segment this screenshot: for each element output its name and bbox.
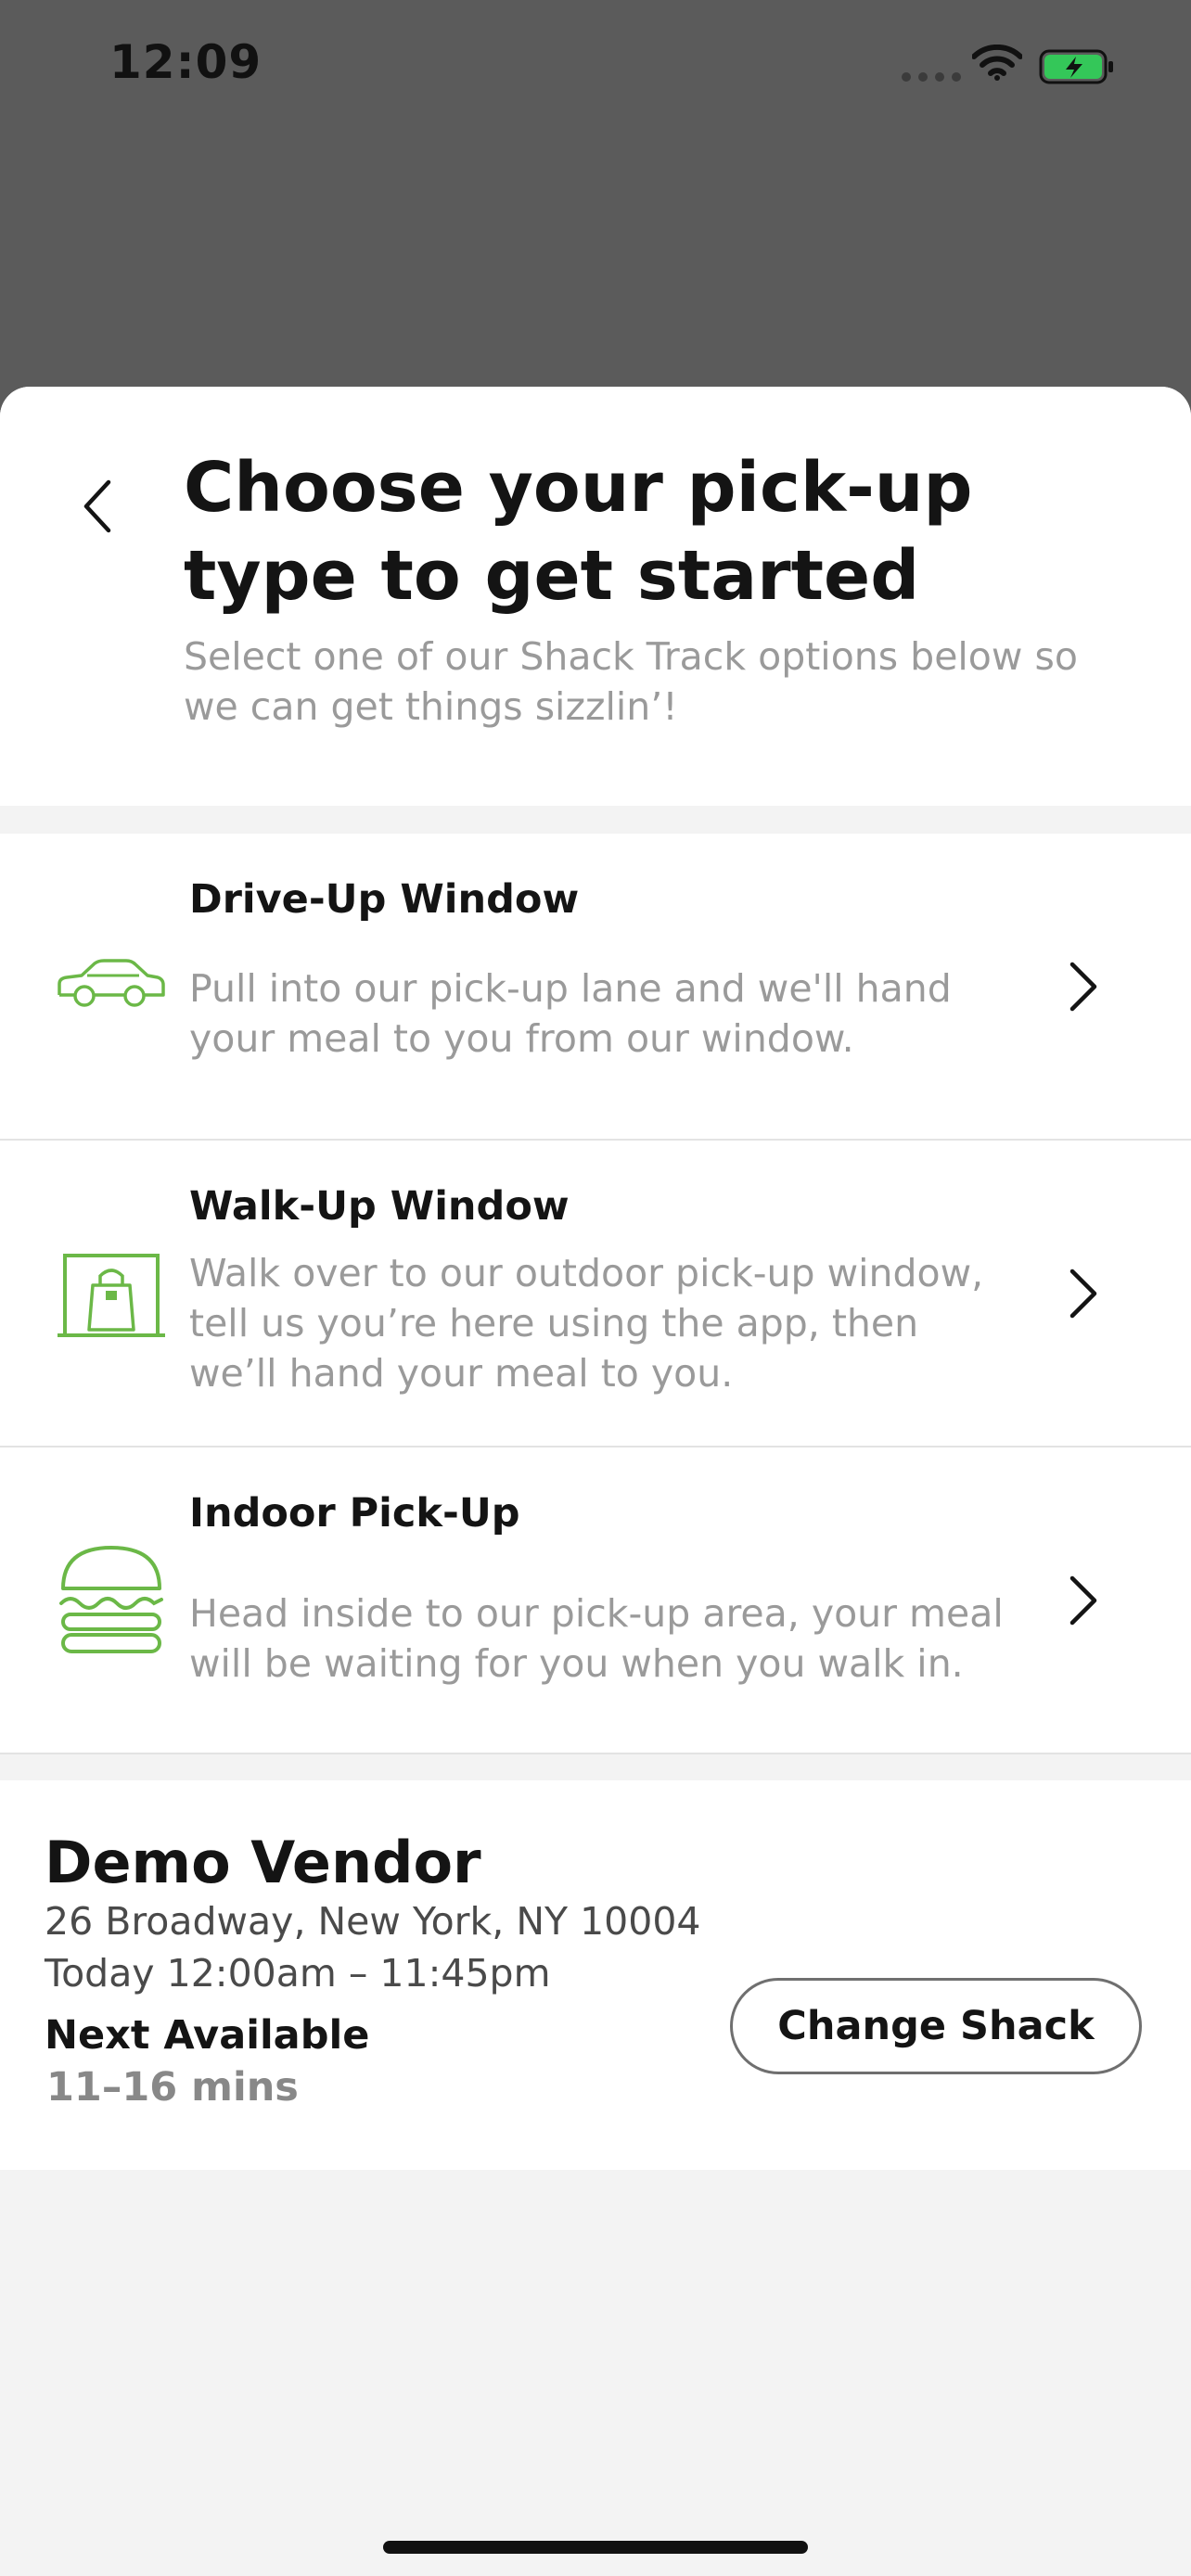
car-icon [54,925,169,1039]
vendor-hours: Today 12:00am – 11:45pm [45,1951,551,1996]
option-description: Head inside to our pick-up area, your me… [189,1591,1004,1686]
option-title: Walk-Up Window [189,1183,570,1230]
change-shack-button[interactable]: Change Shack [730,1978,1142,2074]
home-indicator[interactable] [383,2541,808,2554]
next-available-time: 11–16 mins [46,2064,299,2111]
cellular-signal-icon [902,72,961,82]
status-time: 12:09 [109,35,263,89]
chevron-right-icon [1067,1568,1108,1633]
chevron-right-icon [1067,954,1108,1019]
option-drive-up-window[interactable]: Drive-Up Window Pull into our pick-up la… [0,834,1191,1141]
option-title: Drive-Up Window [189,876,580,923]
option-title: Indoor Pick-Up [189,1490,520,1537]
walk-up-window-icon [54,1237,169,1352]
pickup-type-sheet: Choose your pick-up type to get started … [0,387,1191,2576]
chevron-left-icon [83,479,111,533]
wifi-icon [972,45,1022,81]
page-subtitle: Select one of our Shack Track options be… [184,634,1078,729]
vendor-name: Demo Vendor [45,1829,481,1896]
pickup-options-list: Drive-Up Window Pull into our pick-up la… [0,834,1191,1754]
chevron-right-icon [1067,1261,1108,1326]
back-button[interactable] [65,465,130,548]
vendor-address: 26 Broadway, New York, NY 10004 [45,1899,701,1944]
option-indoor-pick-up[interactable]: Indoor Pick-Up Head inside to our pick-u… [0,1447,1191,1754]
next-available-label: Next Available [45,2012,370,2059]
sheet-header: Choose your pick-up type to get started … [0,387,1191,806]
option-description: Pull into our pick-up lane and we'll han… [189,966,952,1061]
status-bar: 12:09 [0,0,1191,139]
vendor-card: Demo Vendor 26 Broadway, New York, NY 10… [0,1780,1191,2170]
battery-charging-icon [1039,49,1113,84]
page-title: Choose your pick-up type to get started [184,448,973,616]
option-walk-up-window[interactable]: Walk-Up Window Walk over to our outdoor … [0,1141,1191,1447]
burger-icon [54,1542,169,1657]
option-description: Walk over to our outdoor pick-up window,… [189,1251,984,1396]
